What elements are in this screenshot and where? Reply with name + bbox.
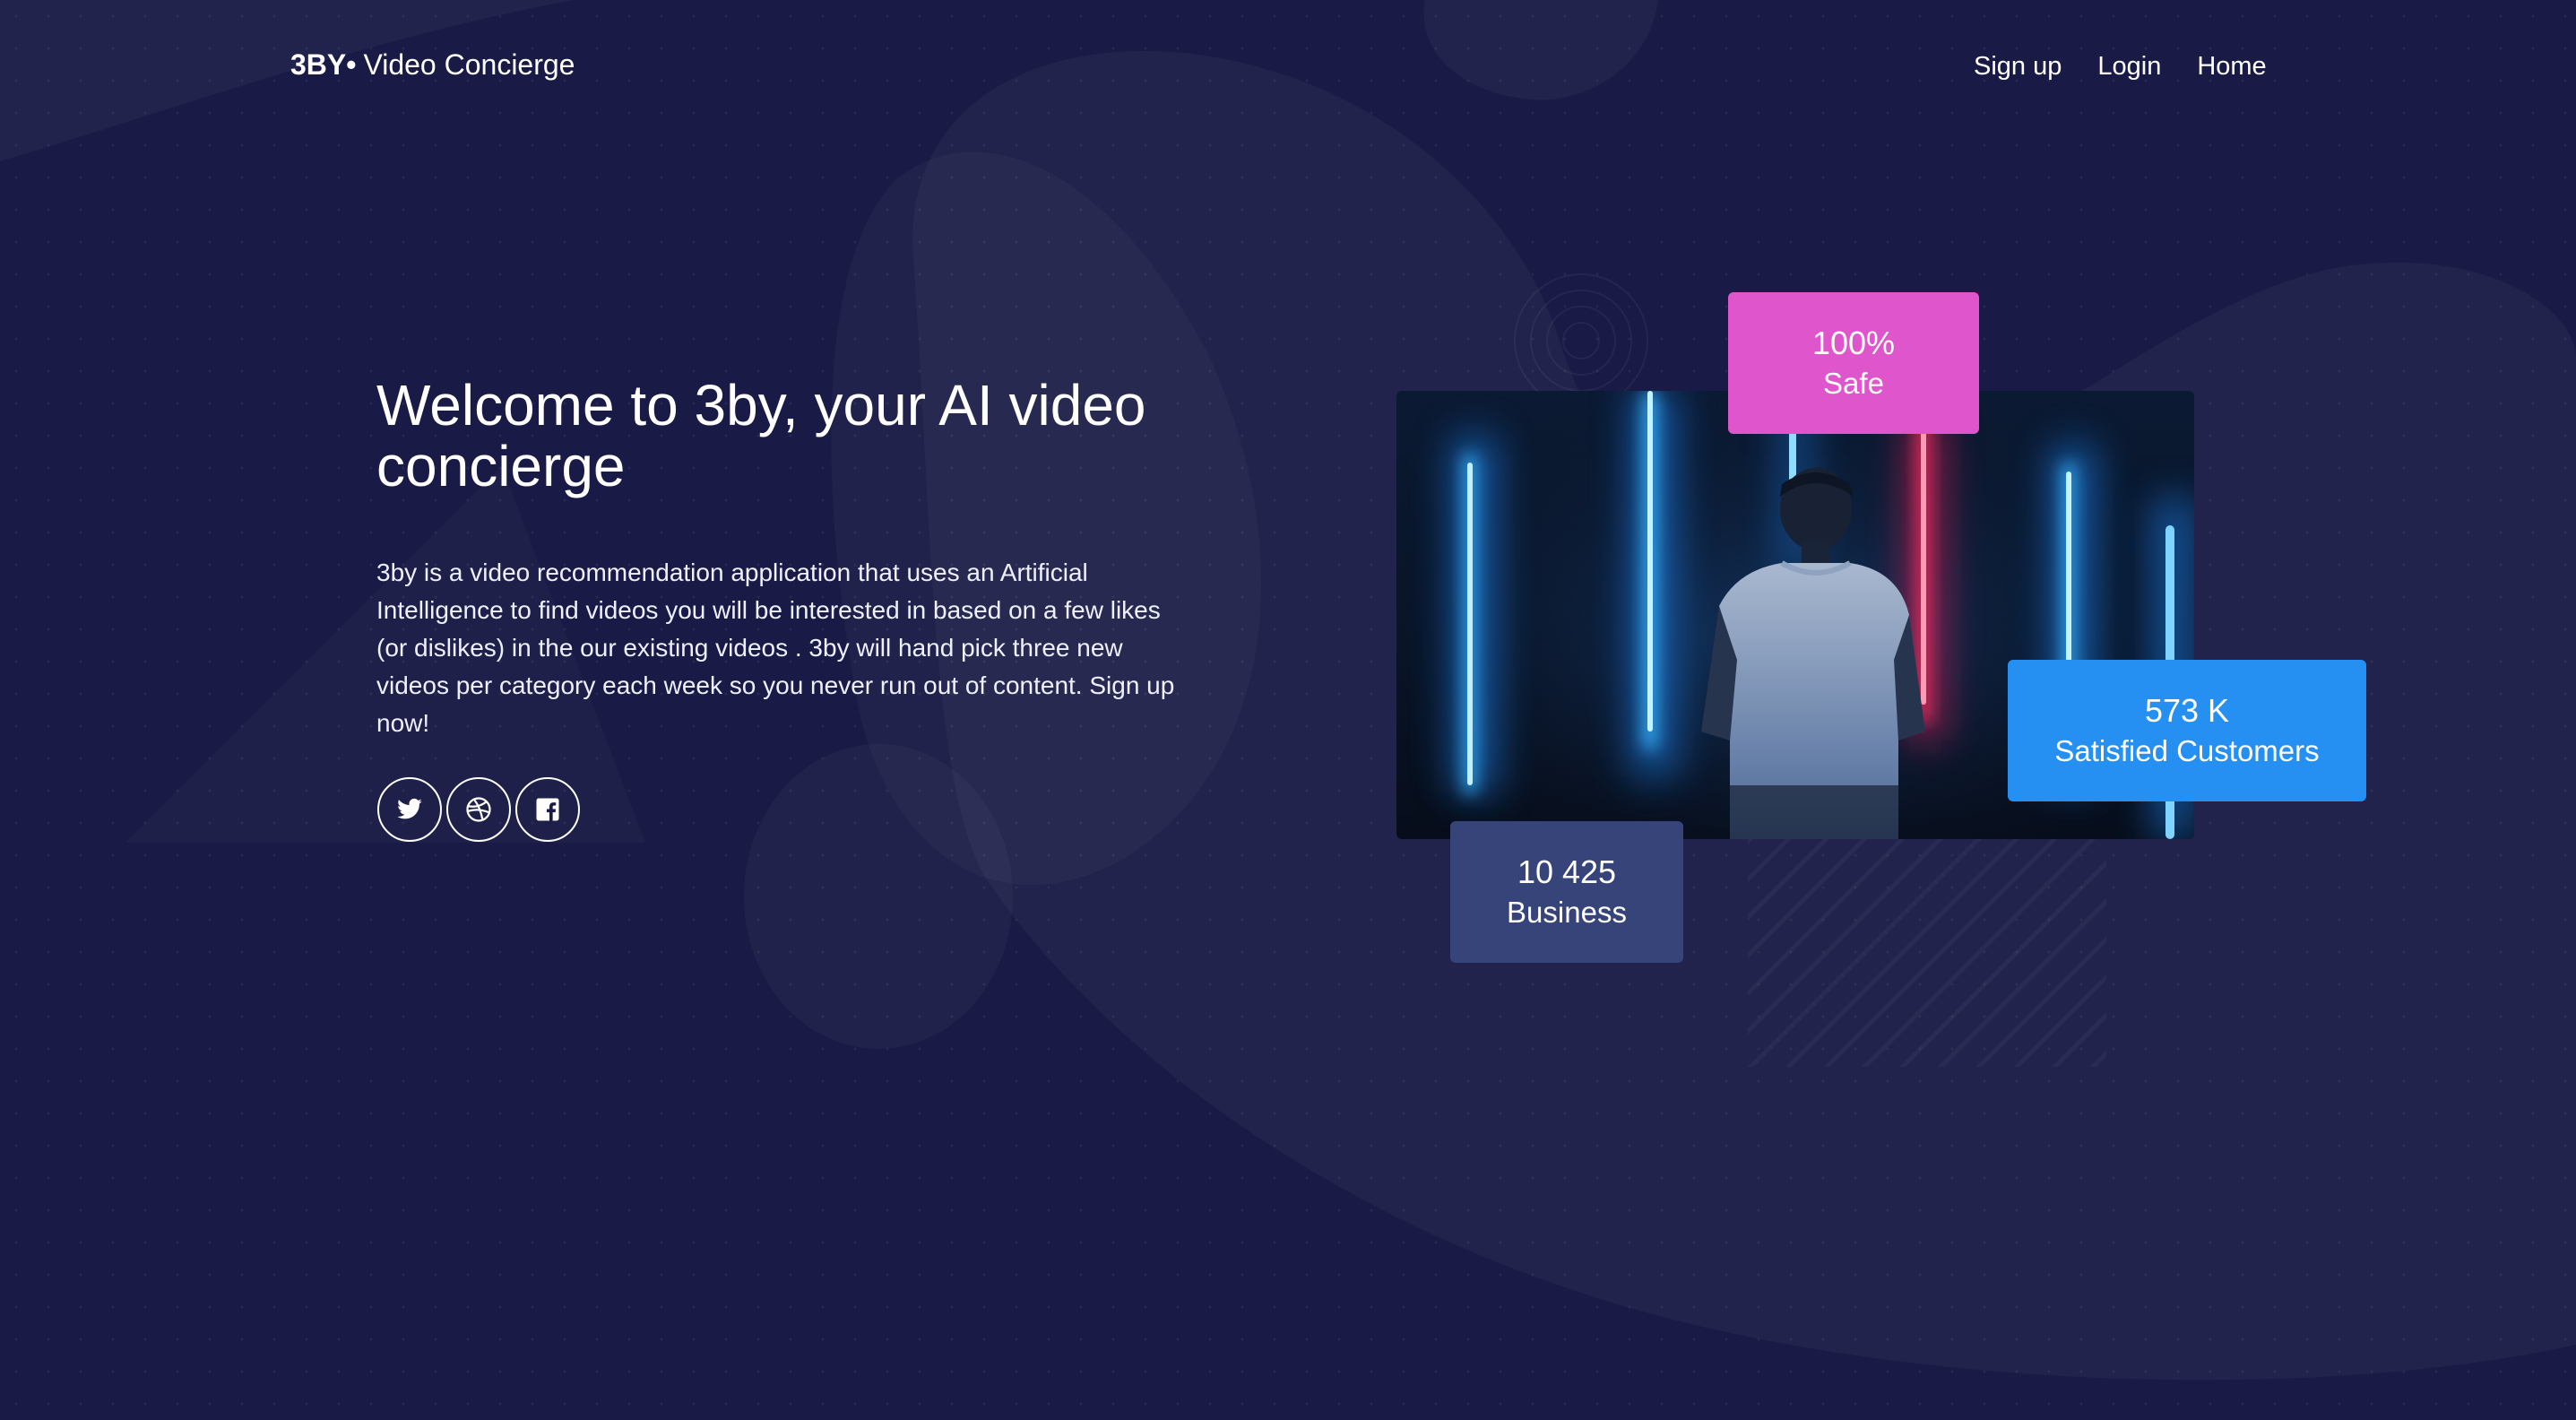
twitter-icon <box>397 798 422 819</box>
dribbble-icon <box>466 797 491 822</box>
nav-sign-up[interactable]: Sign up <box>1974 48 2062 84</box>
stat-customers-label: Satisfied Customers <box>2054 734 2320 767</box>
stat-business-value: 10 425 <box>1517 853 1617 890</box>
hero-description: 3by is a video recommendation applicatio… <box>376 558 1175 737</box>
stat-business-label: Business <box>1507 896 1627 929</box>
facebook-icon <box>536 798 559 821</box>
brand-logo[interactable]: 3BY• Video Concierge <box>290 47 575 82</box>
brand-dot: • <box>346 48 357 81</box>
social-links <box>377 777 580 842</box>
stat-card-customers: 573 K Satisfied Customers <box>2008 660 2366 801</box>
nav-home[interactable]: Home <box>2197 48 2266 84</box>
nav-login[interactable]: Login <box>2097 48 2161 84</box>
stat-safe-value: 100% <box>1811 325 1896 361</box>
stat-safe-label: Safe <box>1823 367 1884 400</box>
brand-name: Video Concierge <box>363 48 575 81</box>
main-nav: Sign up Login Home <box>1974 48 2267 84</box>
hero-title: Welcome to 3by, your AI video concierge <box>376 373 1146 498</box>
facebook-button[interactable] <box>515 777 580 842</box>
stat-customers-value: 573 K <box>2144 692 2230 729</box>
stat-card-safe: 100% Safe <box>1728 292 1979 434</box>
dribbble-button[interactable] <box>446 777 511 842</box>
stat-card-business: 10 425 Business <box>1450 821 1683 963</box>
brand-mark: 3BY <box>290 48 347 81</box>
landing-page: 3BY• Video Concierge Sign up Login Home W… <box>0 0 2576 1420</box>
twitter-button[interactable] <box>377 777 442 842</box>
